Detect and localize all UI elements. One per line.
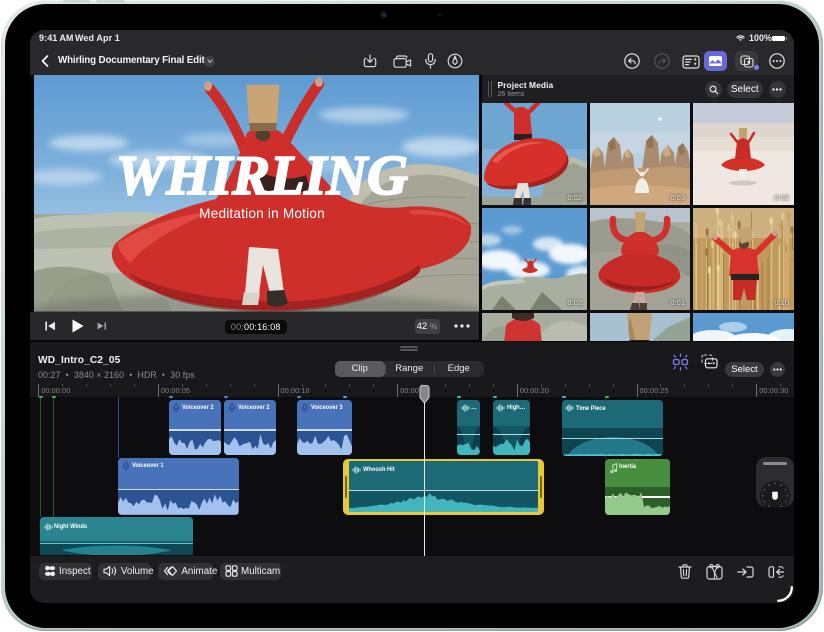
svg-text:WHIRLING: WHIRLING: [116, 145, 408, 207]
svg-text:Meditation in Motion: Meditation in Motion: [199, 206, 325, 221]
